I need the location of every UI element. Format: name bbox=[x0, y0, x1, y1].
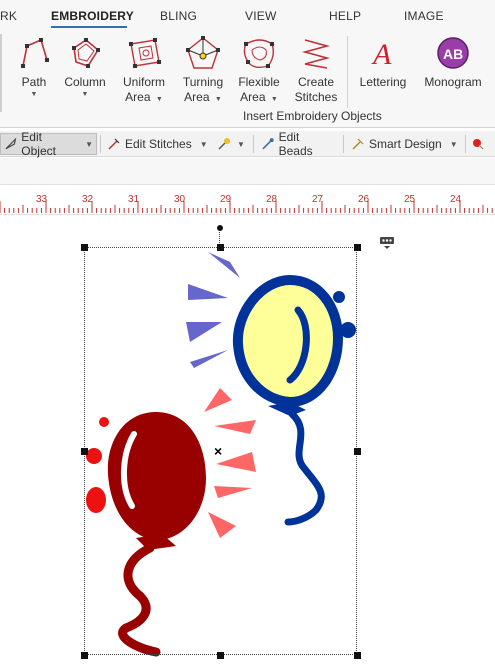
toolbar-divider bbox=[253, 135, 254, 153]
svg-text:AB: AB bbox=[443, 46, 463, 62]
chevron-down-icon: ▼ bbox=[30, 91, 38, 98]
svg-text:A: A bbox=[371, 38, 392, 71]
object-options-icon[interactable] bbox=[379, 236, 395, 250]
smart-design-button[interactable]: Smart Design ▼ bbox=[348, 133, 462, 155]
smart-design-icon bbox=[352, 138, 364, 150]
rotation-handle[interactable] bbox=[217, 225, 223, 231]
magic-wand-button[interactable]: ▼ bbox=[214, 133, 250, 155]
path-label: Path bbox=[21, 75, 47, 89]
turning-area-label-2: Area bbox=[184, 90, 210, 104]
ribbon-divider bbox=[0, 34, 2, 112]
chevron-down-icon: ▼ bbox=[85, 139, 93, 149]
resize-handle-bottom-left[interactable] bbox=[81, 652, 88, 659]
edit-stitches-label: Edit Stitches bbox=[125, 137, 192, 151]
uniform-area-label-2: Area bbox=[125, 90, 151, 104]
ruler-label: 26 bbox=[358, 194, 370, 205]
create-stitches-label-1: Create bbox=[297, 75, 335, 89]
horizontal-ruler: 33 32 31 30 29 28 27 26 25 24 bbox=[0, 189, 495, 215]
ruler-label: 27 bbox=[312, 194, 324, 205]
bead-pencil-icon bbox=[262, 138, 274, 150]
ribbon-divider bbox=[347, 36, 348, 108]
lettering-label: Lettering bbox=[359, 75, 407, 89]
lettering-button[interactable]: A Lettering bbox=[358, 34, 408, 90]
chevron-down-icon: ▼ bbox=[155, 96, 163, 103]
chevron-down-icon: ▼ bbox=[237, 139, 245, 149]
pin-icon bbox=[473, 139, 484, 150]
ribbon-panel: Path ▼ Column ▼ Uniform Area ▼ Turning A… bbox=[0, 30, 495, 128]
active-tab-indicator bbox=[51, 26, 127, 28]
ruler-label: 24 bbox=[450, 194, 462, 205]
resize-handle-top-left[interactable] bbox=[81, 244, 88, 251]
path-icon bbox=[21, 38, 49, 68]
uniform-area-icon bbox=[129, 38, 161, 68]
turning-area-icon bbox=[186, 36, 220, 69]
create-stitches-button[interactable]: Create Stitches bbox=[292, 34, 340, 105]
column-button[interactable]: Column ▼ bbox=[62, 34, 108, 99]
tab-embroidery[interactable]: EMBROIDERY bbox=[51, 9, 134, 23]
design-canvas[interactable]: × bbox=[0, 216, 495, 667]
edit-stitches-button[interactable]: Edit Stitches ▼ bbox=[104, 133, 212, 155]
flexible-area-label-1: Flexible bbox=[238, 75, 280, 89]
ruler-ticks bbox=[0, 201, 493, 213]
flexible-area-label-2: Area bbox=[240, 90, 266, 104]
create-stitches-label-2: Stitches bbox=[294, 90, 338, 104]
flexible-area-button[interactable]: Flexible Area ▼ bbox=[236, 34, 282, 105]
resize-handle-bottom-right[interactable] bbox=[354, 652, 361, 659]
tab-bling[interactable]: BLING bbox=[160, 9, 197, 23]
monogram-label: Monogram bbox=[424, 75, 482, 89]
resize-handle-top-right[interactable] bbox=[354, 244, 361, 251]
edit-object-label: Edit Object bbox=[21, 130, 56, 158]
stitch-pencil-icon bbox=[108, 138, 120, 150]
lettering-icon: A bbox=[371, 38, 392, 71]
magic-wand-icon bbox=[218, 138, 230, 150]
ruler-label: 29 bbox=[220, 194, 232, 205]
ruler-label: 33 bbox=[36, 194, 48, 205]
center-cross-icon: × bbox=[214, 443, 223, 459]
toolbar-divider bbox=[343, 135, 344, 153]
edit-beads-button[interactable]: Edit Beads bbox=[258, 130, 338, 158]
edit-beads-label: Edit Beads bbox=[278, 130, 313, 158]
ruler-label: 25 bbox=[404, 194, 416, 205]
monogram-button[interactable]: AB Monogram bbox=[420, 34, 486, 90]
chevron-down-icon: ▼ bbox=[270, 96, 278, 103]
uniform-area-button[interactable]: Uniform Area ▼ bbox=[120, 34, 168, 105]
ribbon-tab-bar: RK EMBROIDERY BLING VIEW HELP IMAGE bbox=[0, 0, 495, 30]
flexible-area-icon bbox=[243, 39, 275, 69]
resize-handle-bottom[interactable] bbox=[217, 652, 224, 659]
resize-handle-left[interactable] bbox=[81, 448, 88, 455]
ruler-label: 30 bbox=[174, 194, 186, 205]
ruler-label: 32 bbox=[82, 194, 94, 205]
select-arrow-icon bbox=[5, 137, 17, 150]
resize-handle-right[interactable] bbox=[354, 448, 361, 455]
path-button[interactable]: Path ▼ bbox=[14, 34, 54, 99]
bead-tool-button[interactable] bbox=[468, 133, 492, 155]
secondary-toolbar-strip bbox=[0, 158, 495, 185]
monogram-icon: AB bbox=[437, 37, 469, 69]
toolbar-divider bbox=[465, 135, 466, 153]
uniform-area-label-1: Uniform bbox=[122, 75, 165, 89]
chevron-down-icon: ▼ bbox=[449, 139, 458, 149]
column-label: Column bbox=[64, 75, 106, 89]
create-stitches-icon bbox=[301, 39, 331, 69]
app-window: RK EMBROIDERY BLING VIEW HELP IMAGE Path… bbox=[0, 0, 495, 667]
chevron-down-icon: ▼ bbox=[81, 91, 89, 98]
turning-area-label-1: Turning bbox=[182, 75, 224, 89]
ruler-label: 31 bbox=[128, 194, 140, 205]
edit-toolbar: Edit Object ▼ Edit Stitches ▼ ▼ Edit Bea… bbox=[0, 130, 495, 158]
insert-embroidery-objects-group-label: Insert Embroidery Objects bbox=[243, 109, 382, 123]
smart-design-label: Smart Design bbox=[369, 137, 442, 151]
tab-image[interactable]: IMAGE bbox=[404, 9, 444, 23]
chevron-down-icon: ▼ bbox=[199, 139, 208, 149]
edit-object-button[interactable]: Edit Object ▼ bbox=[0, 130, 97, 158]
turning-area-button[interactable]: Turning Area ▼ bbox=[180, 34, 226, 105]
toolbar-divider bbox=[100, 135, 101, 153]
tab-help[interactable]: HELP bbox=[329, 9, 361, 23]
tab-work[interactable]: RK bbox=[0, 9, 17, 23]
chevron-down-icon: ▼ bbox=[214, 96, 222, 103]
tab-view[interactable]: VIEW bbox=[245, 9, 276, 23]
resize-handle-top[interactable] bbox=[217, 244, 224, 251]
ruler-label: 28 bbox=[266, 194, 278, 205]
column-icon bbox=[72, 38, 100, 68]
